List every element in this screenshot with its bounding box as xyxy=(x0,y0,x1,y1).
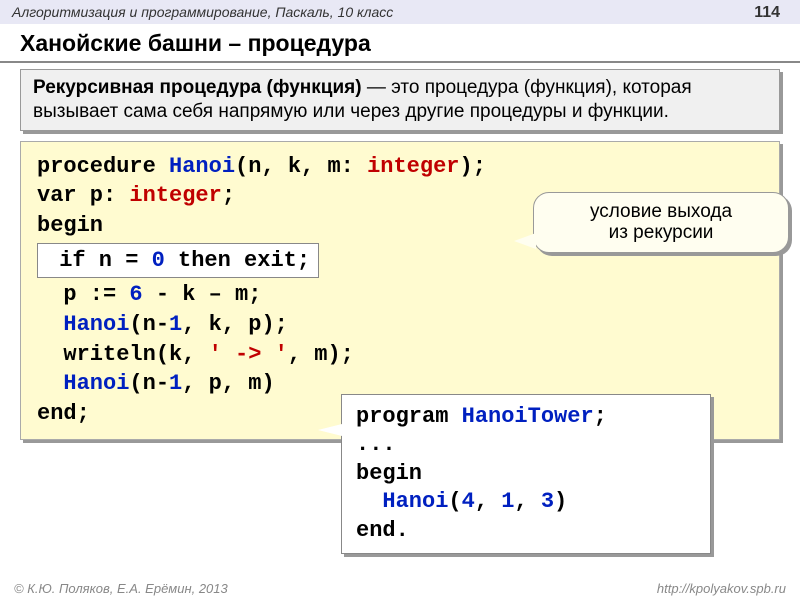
prog-name: HanoiTower xyxy=(462,404,594,429)
num-zero: 0 xyxy=(152,248,165,273)
num-1b: 1 xyxy=(169,371,182,396)
type-integer: integer xyxy=(367,154,459,179)
call-hanoi1: Hanoi xyxy=(63,312,129,337)
writeln-end: , m); xyxy=(288,342,354,367)
fn-name: Hanoi xyxy=(169,154,235,179)
callout-line2: из рекурсии xyxy=(546,222,776,244)
program-tail-icon xyxy=(318,424,342,436)
prog-call: Hanoi xyxy=(382,489,448,514)
semi: ; xyxy=(222,183,235,208)
slide-title: Ханойские башни – процедура xyxy=(0,24,800,63)
kw-then-exit: then exit; xyxy=(165,248,310,273)
kw-var: var xyxy=(37,183,77,208)
callout-line1: условие выхода xyxy=(546,201,776,223)
kw-procedure: procedure xyxy=(37,154,169,179)
pc2: , xyxy=(514,489,540,514)
program-block: program HanoiTower; ... begin Hanoi(4, 1… xyxy=(341,394,711,555)
definition-term: Рекурсивная процедура (функция) xyxy=(33,77,362,98)
cond-mid: n = xyxy=(86,248,152,273)
definition-box: Рекурсивная процедура (функция) — это пр… xyxy=(20,69,780,131)
prog-semi: ; xyxy=(594,404,607,429)
c1b: , k, p); xyxy=(182,312,288,337)
c2a: (n- xyxy=(129,371,169,396)
assign-p: p := xyxy=(63,282,129,307)
prog-end: end. xyxy=(356,517,696,546)
kw-program: program xyxy=(356,404,462,429)
course-title: Алгоритмизация и программирование, Паска… xyxy=(12,4,393,20)
callout-tail-icon xyxy=(514,233,536,249)
slide-footer: © К.Ю. Поляков, Е.А. Ерёмин, 2013 http:/… xyxy=(0,581,800,596)
pc1: , xyxy=(475,489,501,514)
exit-condition-box: if n = 0 then exit; xyxy=(37,243,319,279)
call-hanoi2: Hanoi xyxy=(63,371,129,396)
pn1: 4 xyxy=(462,489,475,514)
c2b: , p, m) xyxy=(182,371,274,396)
pb: ) xyxy=(554,489,567,514)
kw-if: if xyxy=(59,248,85,273)
type-integer2: integer xyxy=(129,183,221,208)
paren-close: ); xyxy=(460,154,486,179)
var-decl: p: xyxy=(77,183,130,208)
num-6: 6 xyxy=(129,282,142,307)
prog-dots: ... xyxy=(356,431,696,460)
footer-url: http://kpolyakov.spb.ru xyxy=(657,581,786,596)
procedure-code: procedure Hanoi(n, k, m: integer); var p… xyxy=(20,141,780,440)
pn2: 1 xyxy=(501,489,514,514)
assign-rest: - k – m; xyxy=(143,282,262,307)
recursion-exit-callout: условие выхода из рекурсии xyxy=(533,192,789,254)
page-number: 114 xyxy=(754,4,780,22)
writeln: writeln(k, xyxy=(63,342,208,367)
pn3: 3 xyxy=(541,489,554,514)
copyright: © К.Ю. Поляков, Е.А. Ерёмин, 2013 xyxy=(14,581,228,596)
prog-begin: begin xyxy=(356,460,696,489)
c1a: (n- xyxy=(129,312,169,337)
num-1a: 1 xyxy=(169,312,182,337)
params: (n, k, m: xyxy=(235,154,367,179)
str-arrow: ' -> ' xyxy=(209,342,288,367)
pa: ( xyxy=(448,489,461,514)
code-area: procedure Hanoi(n, k, m: integer); var p… xyxy=(20,141,780,440)
slide-header: Алгоритмизация и программирование, Паска… xyxy=(0,0,800,24)
